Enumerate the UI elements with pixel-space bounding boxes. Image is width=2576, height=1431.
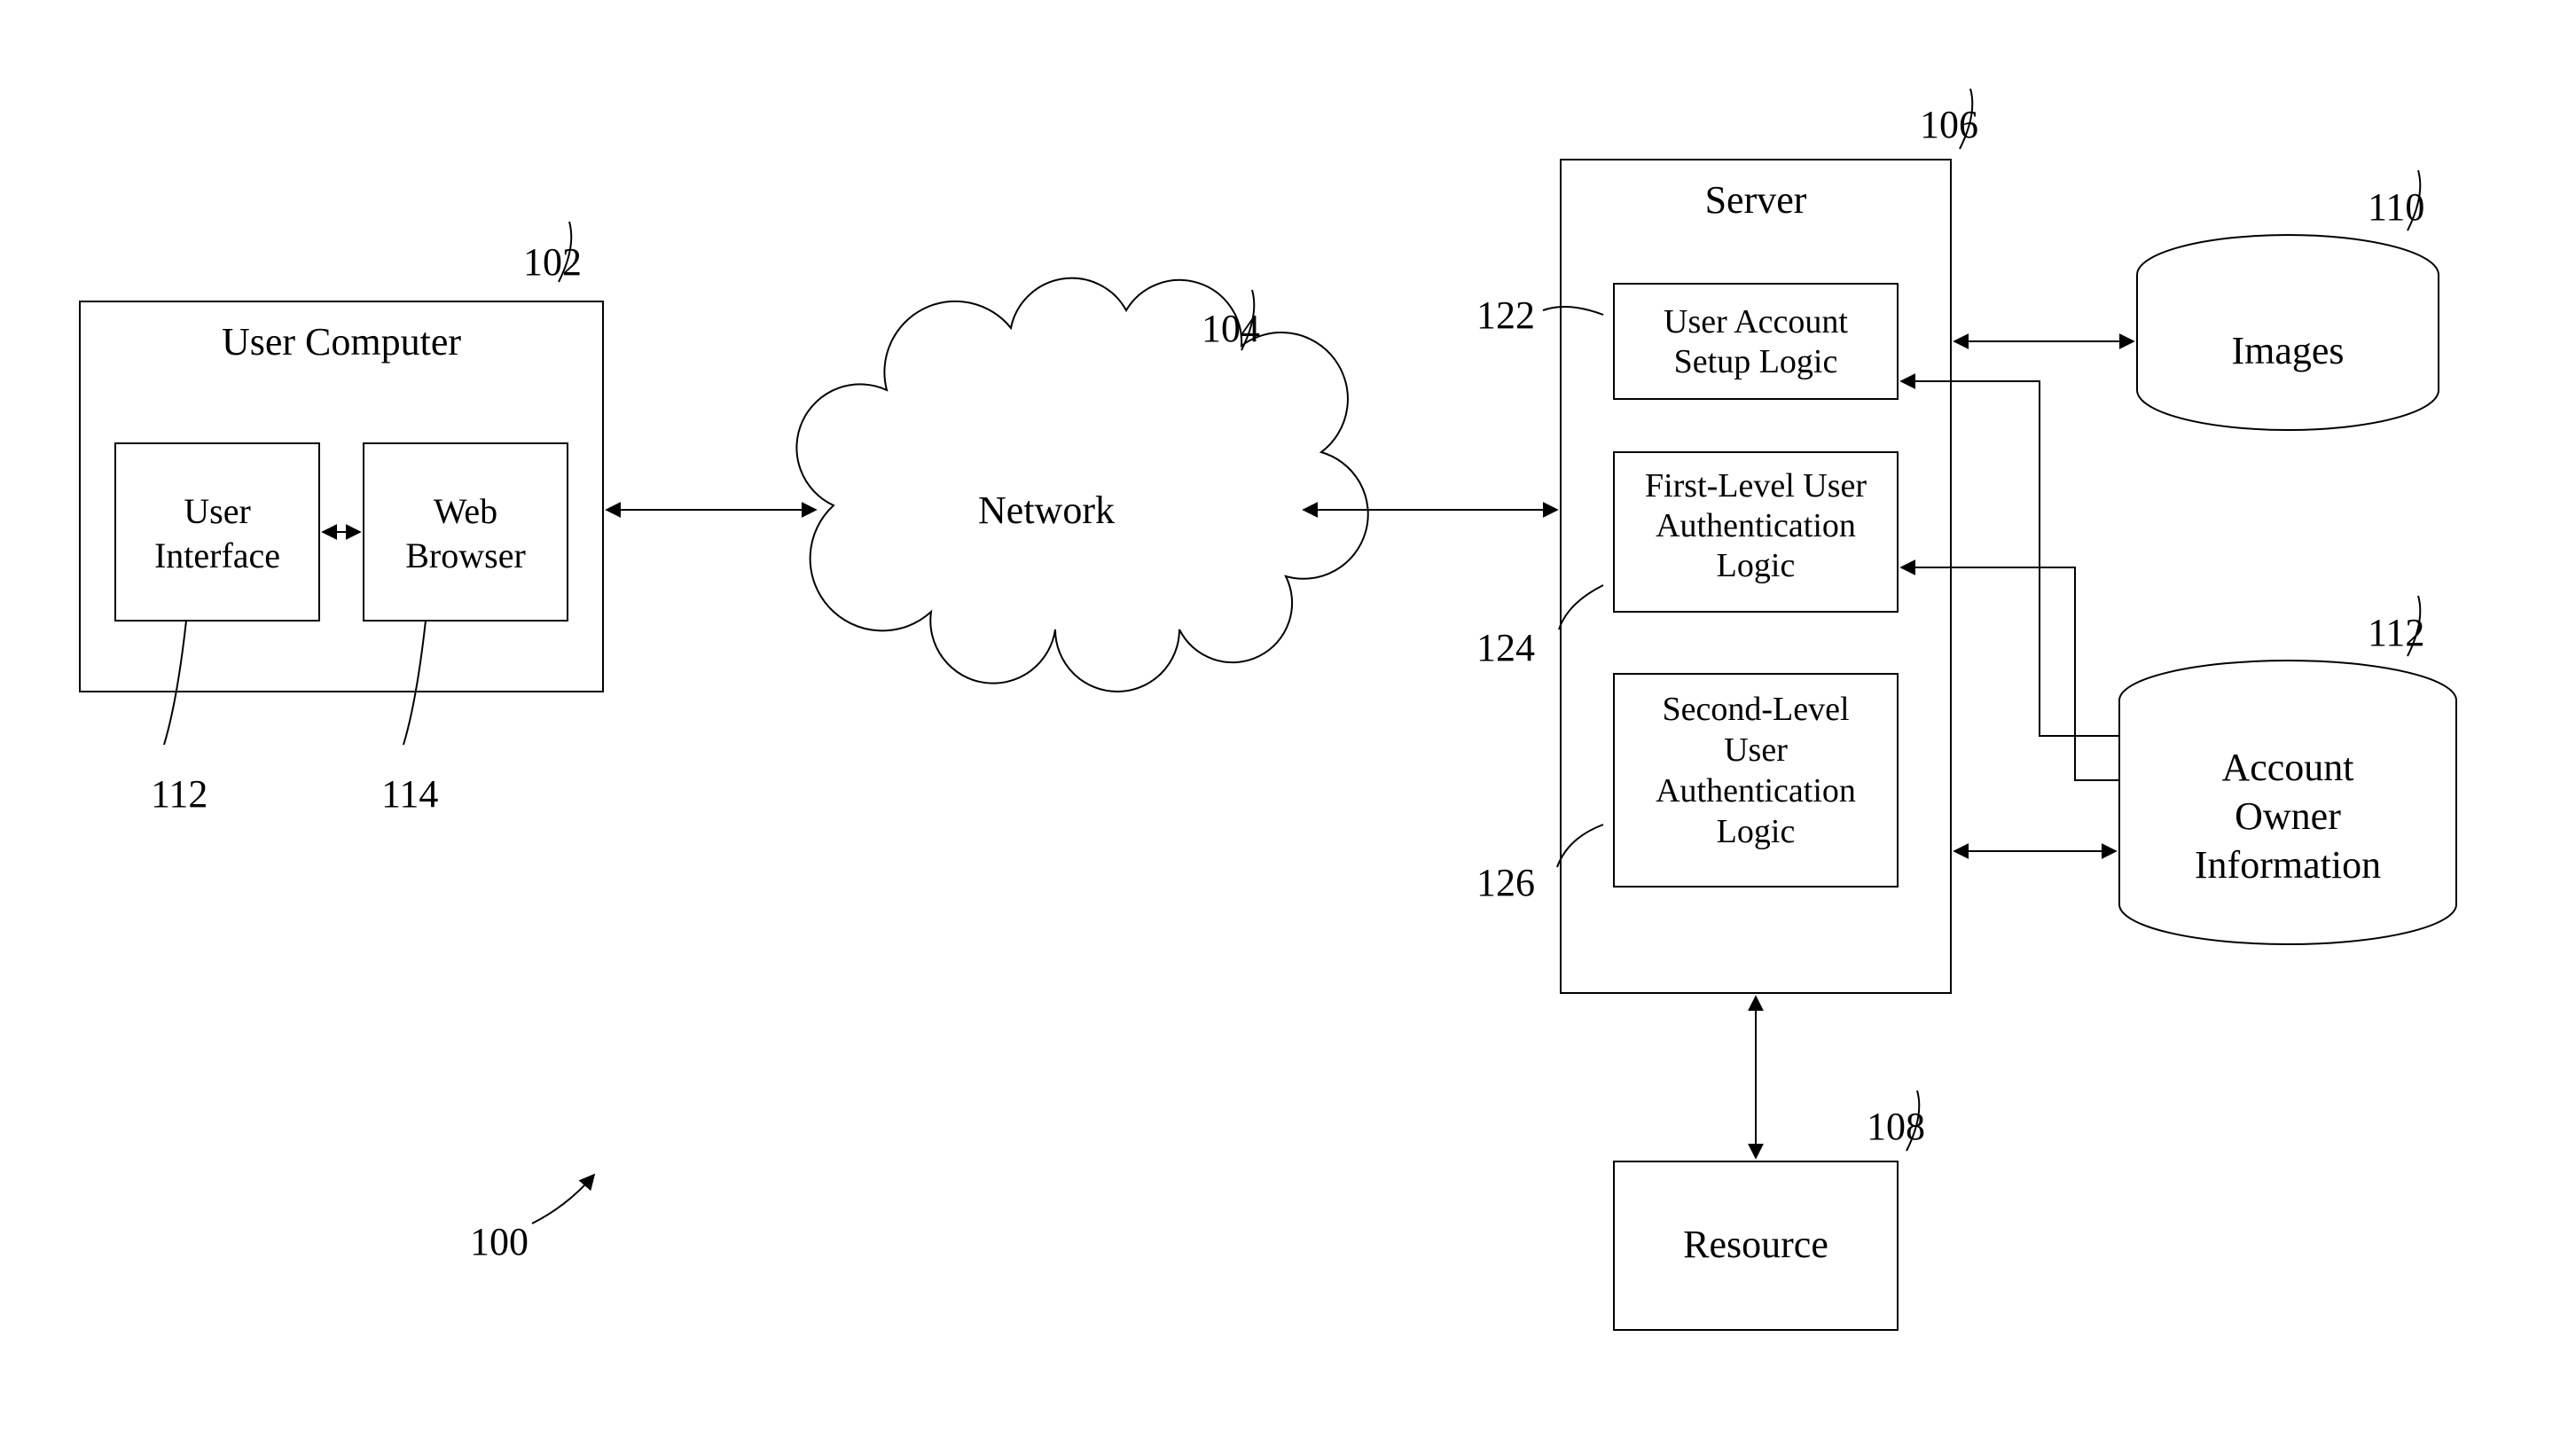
- setup-logic-l2: Setup Logic: [1674, 343, 1838, 380]
- user-interface-l2: Interface: [154, 536, 280, 575]
- ref-108: 108: [1867, 1105, 1925, 1148]
- account-db-l3: Information: [2195, 843, 2381, 887]
- setup-logic-box: [1614, 284, 1898, 399]
- lead-100: [532, 1175, 594, 1224]
- resource-label: Resource: [1683, 1223, 1828, 1266]
- auth2-l3: Authentication: [1656, 772, 1856, 809]
- auth1-l2: Authentication: [1656, 507, 1856, 544]
- network-label: Network: [978, 489, 1115, 532]
- web-browser-box: [364, 443, 568, 621]
- diagram-canvas: User Computer User Interface Web Browser…: [0, 0, 2576, 1431]
- ref-106: 106: [1920, 103, 1978, 146]
- account-db-l2: Owner: [2235, 794, 2341, 838]
- user-interface-box: [115, 443, 319, 621]
- ref-112: 112: [151, 772, 207, 816]
- ref-104: 104: [1202, 307, 1260, 350]
- ref-102: 102: [523, 240, 582, 284]
- web-browser-l2: Browser: [405, 536, 526, 575]
- auth2-l4: Logic: [1717, 813, 1796, 850]
- account-db-l1: Account: [2221, 746, 2353, 789]
- auth1-l1: First-Level User: [1645, 467, 1867, 504]
- user-computer-title: User Computer: [222, 320, 461, 364]
- ref-110: 110: [2368, 185, 2424, 229]
- ref-124: 124: [1476, 626, 1535, 669]
- auth2-l2: User: [1724, 731, 1788, 769]
- ref-100: 100: [470, 1220, 529, 1263]
- ref-122: 122: [1476, 293, 1535, 337]
- ref-112b: 112: [2368, 611, 2424, 654]
- ref-114: 114: [381, 772, 438, 816]
- user-interface-l1: User: [184, 491, 251, 531]
- images-db-label: Images: [2231, 329, 2344, 372]
- auth2-l1: Second-Level: [1662, 691, 1849, 728]
- ref-126: 126: [1476, 861, 1535, 904]
- server-title: Server: [1705, 178, 1807, 222]
- setup-logic-l1: User Account: [1664, 303, 1848, 340]
- web-browser-l1: Web: [434, 491, 497, 531]
- network-cloud: [796, 278, 1367, 692]
- auth1-l3: Logic: [1717, 547, 1796, 584]
